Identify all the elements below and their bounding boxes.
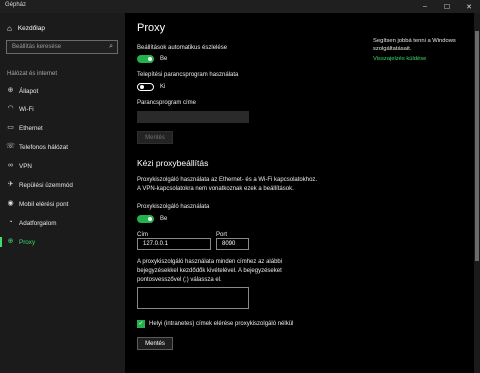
save-script-button[interactable]: Mentés bbox=[137, 131, 173, 144]
manual-description-line-2: A VPN-kapcsolatokra nem vonatkoznak ezek… bbox=[137, 186, 294, 192]
sidebar-item-wifi[interactable]: ◠ Wi-Fi bbox=[0, 100, 125, 118]
search-placeholder: Beállítás keresése bbox=[12, 44, 62, 50]
minimize-button[interactable]: – bbox=[414, 0, 436, 13]
sidebar-item-vpn[interactable]: ∞ VPN bbox=[0, 157, 125, 175]
sidebar-item-ethernet[interactable]: ▭ Ethernet bbox=[0, 119, 125, 137]
wifi-icon: ◠ bbox=[7, 105, 14, 112]
main-content: Proxy Beállítások automatikus észlelése … bbox=[125, 13, 480, 373]
sidebar-item-label: Állapot bbox=[19, 88, 39, 95]
feedback-link[interactable]: Visszajelzés küldése bbox=[373, 55, 469, 63]
auto-detect-toggle[interactable] bbox=[137, 55, 154, 63]
use-proxy-label: Proxykiszolgáló használata bbox=[137, 204, 210, 210]
manual-description-line-1: Proxykiszolgáló használata az Ethernet- … bbox=[137, 177, 318, 183]
globe-icon: ⊕ bbox=[7, 87, 14, 94]
home-link[interactable]: ⌂ Kezdőlap bbox=[7, 24, 45, 33]
sidebar-item-label: Adatforgalom bbox=[19, 220, 57, 227]
sidebar-item-label: Repülési üzemmód bbox=[19, 182, 73, 189]
scrollbar[interactable] bbox=[474, 13, 480, 373]
home-label: Kezdőlap bbox=[17, 25, 45, 32]
home-icon: ⌂ bbox=[7, 24, 12, 33]
close-button[interactable]: ✕ bbox=[458, 0, 480, 13]
script-address-input[interactable] bbox=[137, 111, 249, 123]
script-address-label: Parancsprogram címe bbox=[137, 100, 197, 106]
sidebar-item-status[interactable]: ⊕ Állapot bbox=[0, 82, 125, 100]
sidebar: ⌂ Kezdőlap Beállítás keresése ⌕ Hálózat … bbox=[0, 13, 125, 373]
port-input[interactable]: 8090 bbox=[216, 238, 249, 250]
setup-script-label: Telepítési parancsprogram használata bbox=[137, 72, 239, 78]
exceptions-input[interactable] bbox=[137, 287, 249, 309]
search-icon: ⌕ bbox=[109, 43, 113, 50]
title-bar: Gépház – ☐ ✕ bbox=[0, 0, 480, 13]
sidebar-item-label: VPN bbox=[19, 163, 32, 170]
help-text: Segítsen jobbá tenni a Windows szolgálta… bbox=[373, 38, 456, 52]
local-bypass-checkbox[interactable]: ✓ bbox=[137, 320, 145, 328]
sidebar-item-label: Wi-Fi bbox=[19, 106, 34, 113]
sidebar-item-hotspot[interactable]: ◉ Mobil elérési pont bbox=[0, 195, 125, 213]
feedback-panel: Segítsen jobbá tenni a Windows szolgálta… bbox=[373, 37, 469, 63]
scrollbar-thumb[interactable] bbox=[475, 31, 479, 261]
ethernet-icon: ▭ bbox=[7, 124, 14, 131]
sidebar-section-title: Hálózat és internet bbox=[7, 71, 58, 77]
page-title: Proxy bbox=[137, 22, 166, 34]
setup-script-toggle[interactable] bbox=[137, 83, 154, 91]
sidebar-item-airplane[interactable]: ✈ Repülési üzemmód bbox=[0, 176, 125, 194]
address-input[interactable]: 127.0.0.1 bbox=[137, 238, 211, 250]
exceptions-text-line-3: pontosvesszővel (;) válassza el. bbox=[137, 277, 222, 283]
sidebar-item-label: Telefonos hálózat bbox=[19, 144, 69, 151]
setup-script-state: Ki bbox=[160, 84, 166, 90]
local-bypass-label: Helyi (intranetes) címek elérése proxyki… bbox=[149, 321, 294, 327]
manual-proxy-heading: Kézi proxybeállítás bbox=[137, 158, 209, 168]
sidebar-item-label: Mobil elérési pont bbox=[19, 201, 69, 208]
window-title: Gépház bbox=[5, 2, 27, 8]
sidebar-item-proxy[interactable]: ⊕ Proxy bbox=[0, 233, 125, 251]
vpn-icon: ∞ bbox=[8, 162, 13, 169]
auto-detect-label: Beállítások automatikus észlelése bbox=[137, 45, 228, 51]
save-button[interactable]: Mentés bbox=[137, 337, 173, 350]
use-proxy-toggle[interactable] bbox=[137, 215, 154, 223]
maximize-button[interactable]: ☐ bbox=[436, 0, 458, 13]
selection-indicator bbox=[0, 237, 2, 247]
phone-icon: ☏ bbox=[6, 143, 15, 150]
exceptions-text-line-1: A proxykiszolgáló használata minden címh… bbox=[137, 259, 283, 265]
sidebar-item-label: Ethernet bbox=[19, 125, 43, 132]
globe-icon: ⊕ bbox=[7, 238, 14, 245]
data-usage-icon: ◔ bbox=[8, 219, 13, 226]
sidebar-item-dialup[interactable]: ☏ Telefonos hálózat bbox=[0, 138, 125, 156]
port-value: 8090 bbox=[222, 241, 236, 247]
address-value: 127.0.0.1 bbox=[143, 241, 169, 247]
hotspot-icon: ◉ bbox=[7, 200, 14, 207]
airplane-icon: ✈ bbox=[7, 181, 14, 188]
sidebar-item-data-usage[interactable]: ◔ Adatforgalom bbox=[0, 214, 125, 232]
exceptions-text-line-2: bejegyzésekkel kezdődők kivételével. A b… bbox=[137, 268, 282, 274]
use-proxy-state: Be bbox=[160, 216, 168, 222]
sidebar-item-label: Proxy bbox=[19, 239, 36, 246]
search-input[interactable]: Beállítás keresése ⌕ bbox=[6, 40, 118, 54]
auto-detect-state: Be bbox=[160, 56, 168, 62]
